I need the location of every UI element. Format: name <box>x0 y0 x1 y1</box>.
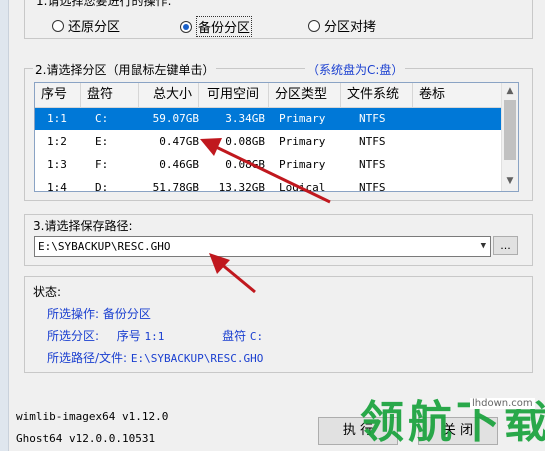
watermark-url: lhdown.com <box>470 398 535 409</box>
annotation-arrows <box>200 138 331 294</box>
red-arrow-icon <box>200 138 331 204</box>
red-arrow-icon <box>209 253 256 294</box>
watermark-logo: 领航下载 <box>360 397 545 448</box>
